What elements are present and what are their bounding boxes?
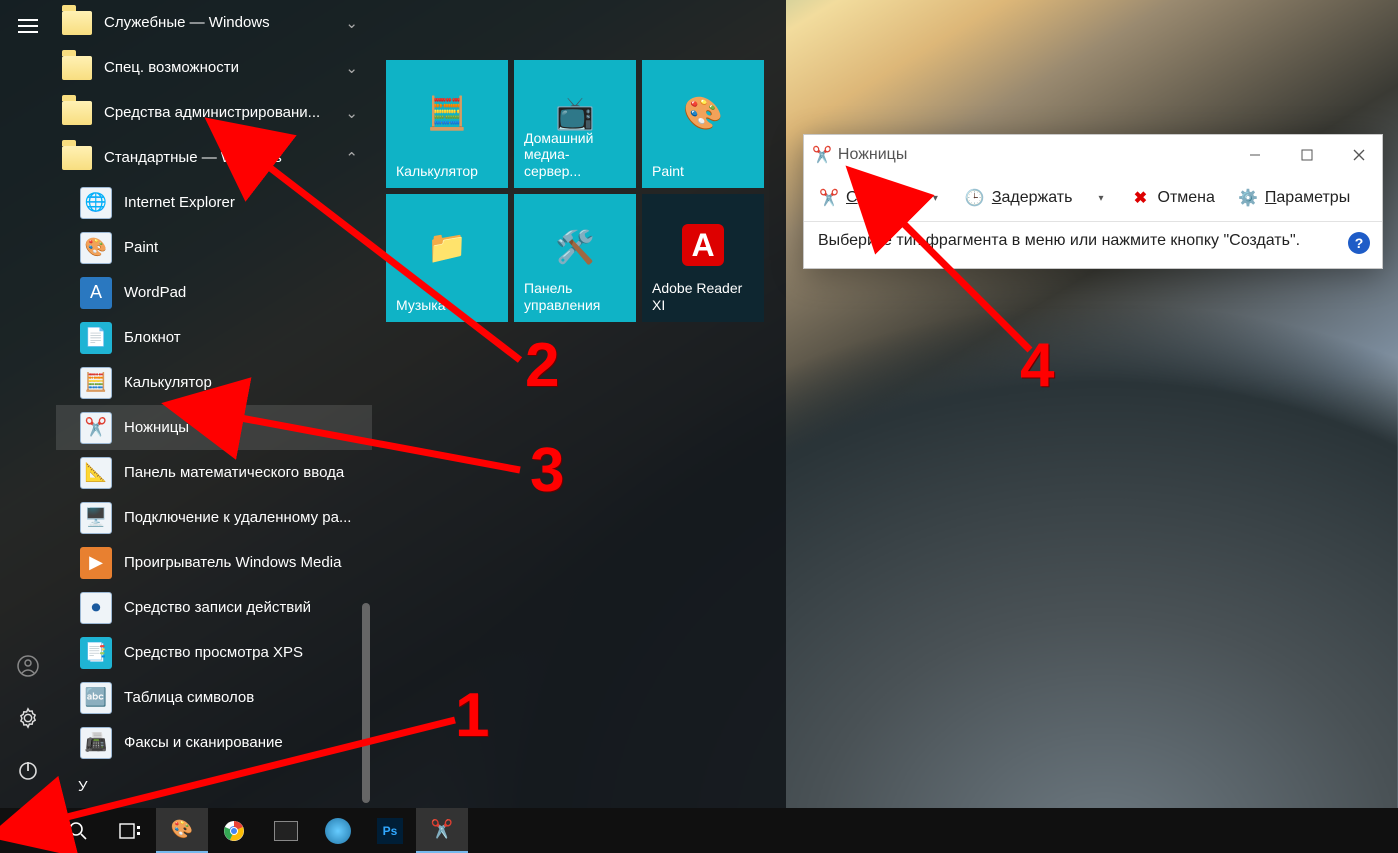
annotation-arrows: [0, 0, 1398, 853]
